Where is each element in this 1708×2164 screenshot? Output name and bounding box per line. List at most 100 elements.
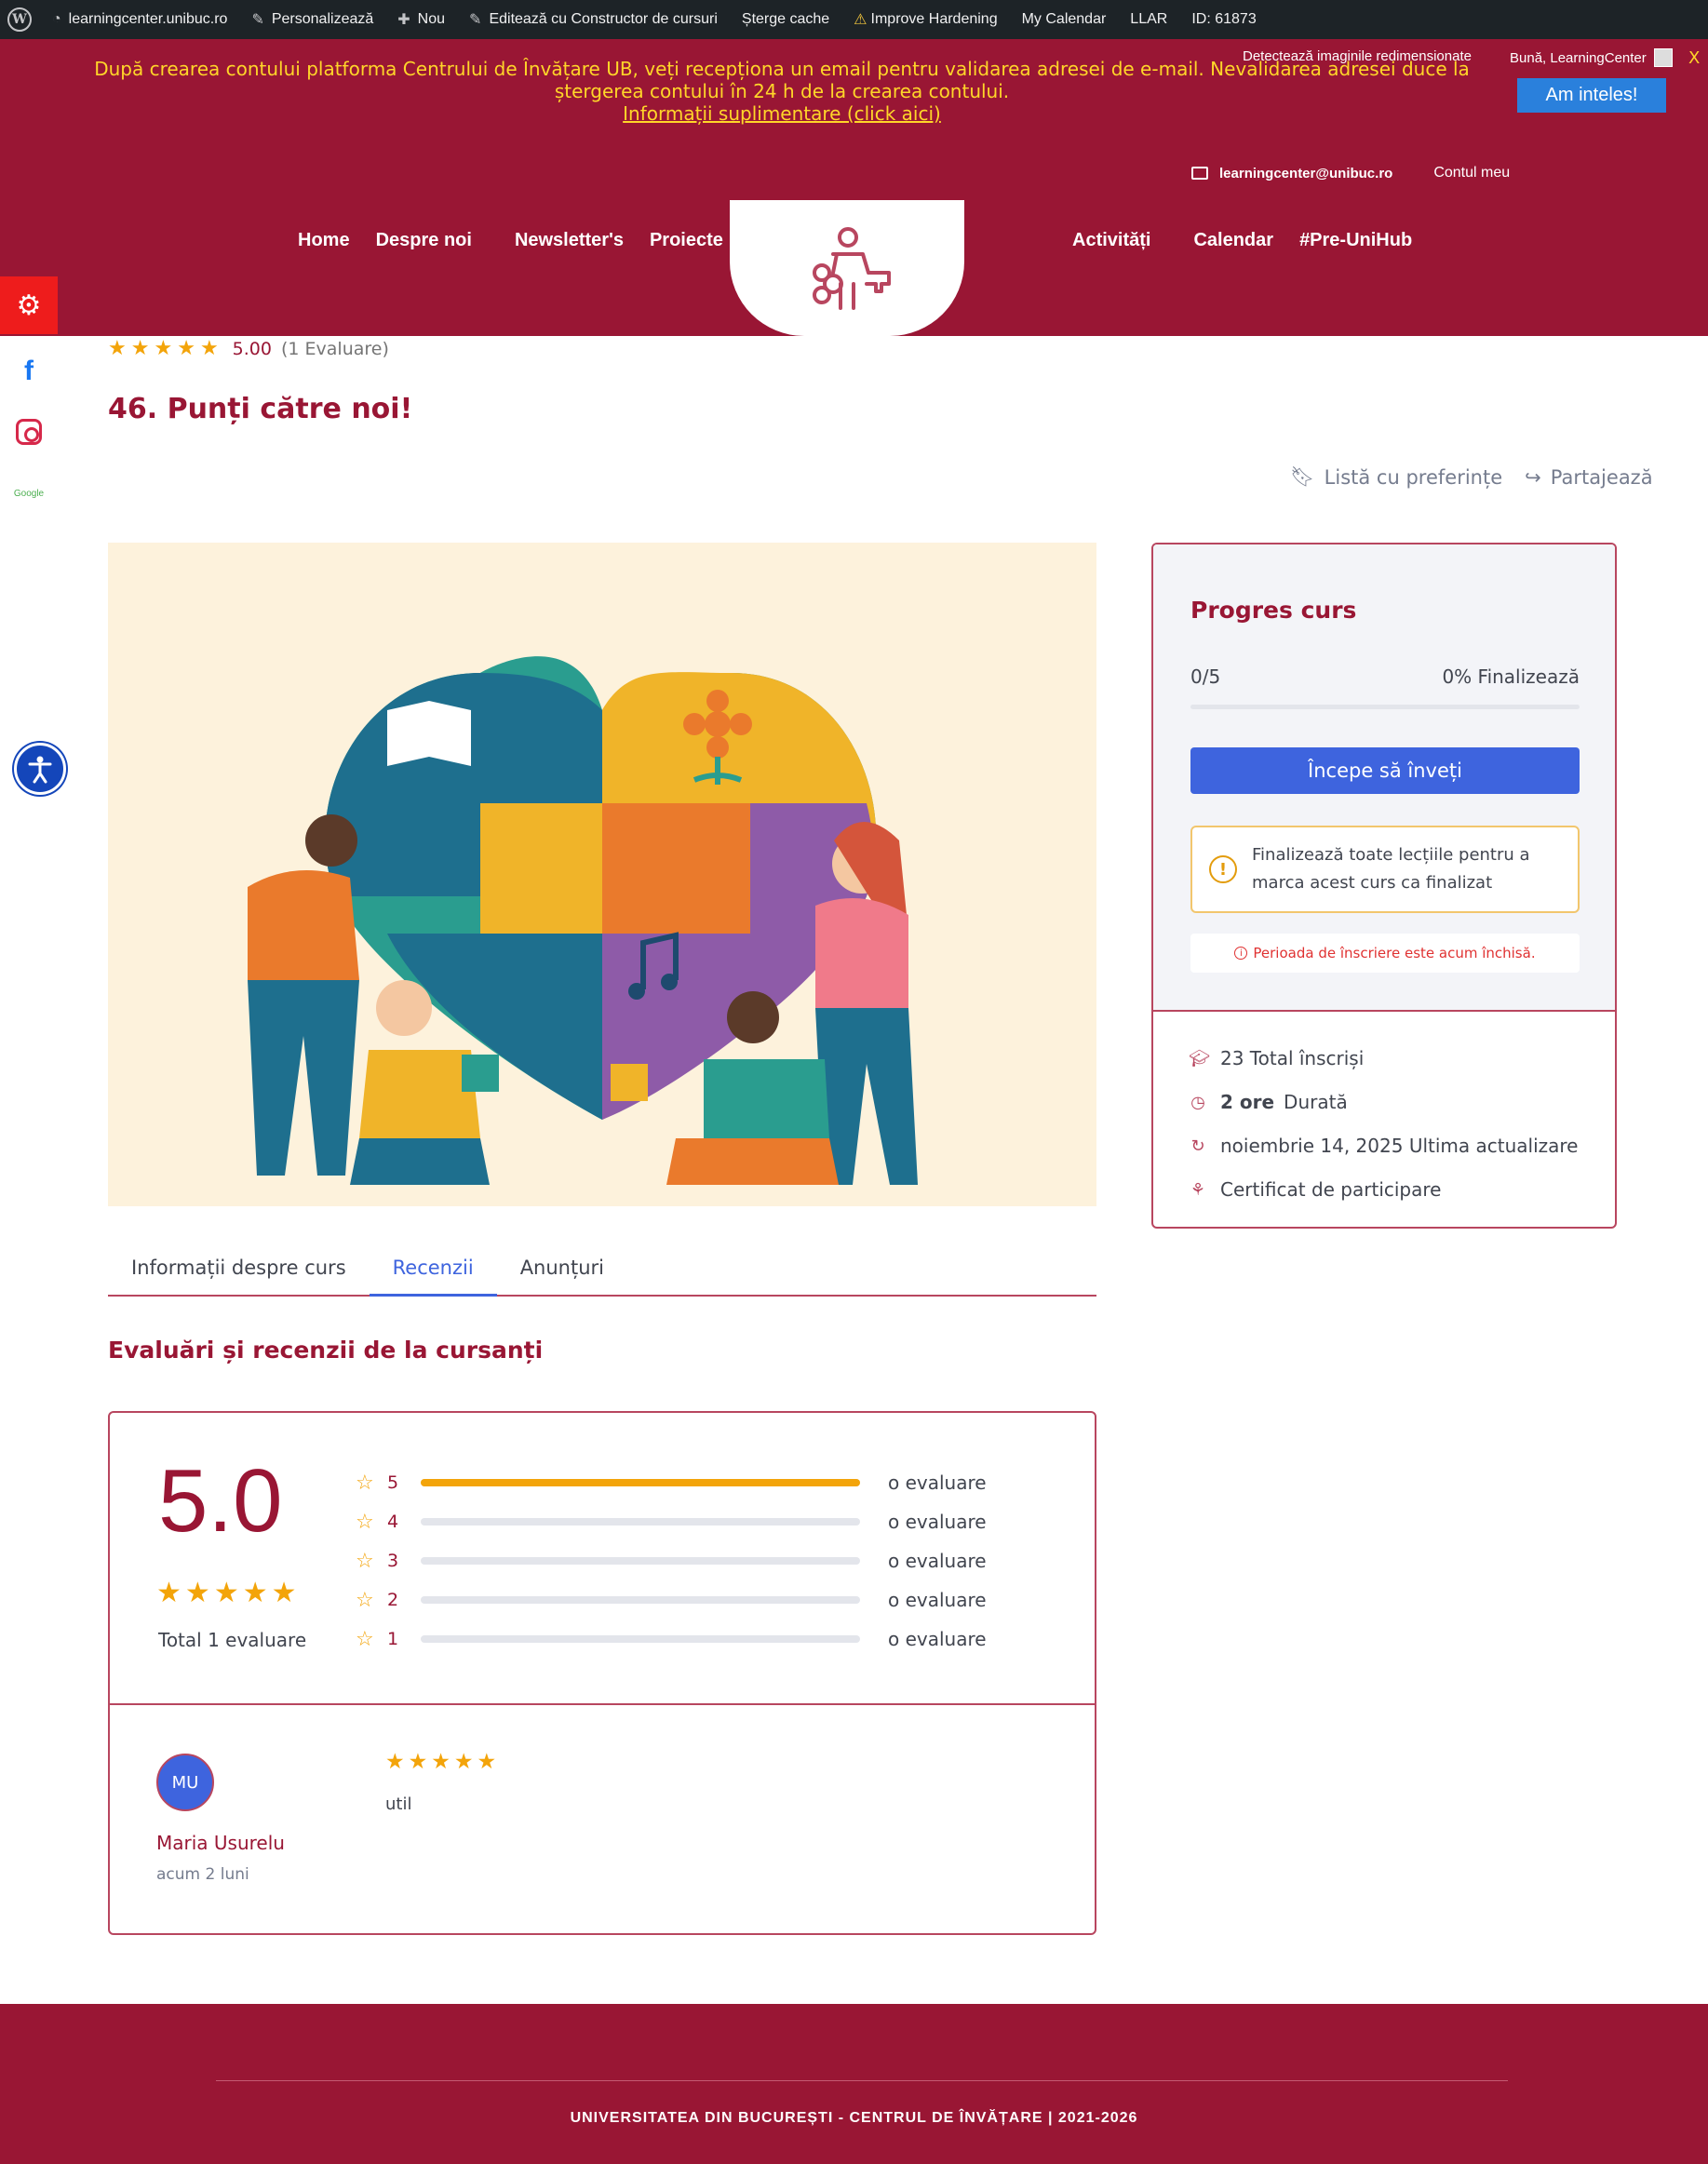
refresh-icon: ↻	[1190, 1136, 1205, 1156]
tab-announcements[interactable]: Anunțuri	[497, 1247, 627, 1297]
admin-calendar-link[interactable]: My Calendar	[1011, 0, 1120, 39]
star-icon: ★	[477, 1750, 497, 1774]
nav-activities[interactable]: Activități	[1072, 230, 1150, 251]
nav-preunihub[interactable]: #Pre-UniHub	[1299, 230, 1412, 251]
facebook-icon[interactable]: f	[0, 356, 58, 387]
star-outline-icon: ☆	[356, 1588, 374, 1612]
puzzle-heart-illustration	[248, 656, 918, 1185]
star-outline-icon: ☆	[356, 1471, 374, 1495]
pencil-icon: ✎	[469, 12, 482, 28]
notice-info-link[interactable]: Informații suplimentare (click aici)	[84, 102, 1480, 125]
average-stars: ★ ★ ★ ★ ★	[156, 1577, 301, 1609]
rating-bar-row: ☆ 2 o evaluare	[356, 1588, 987, 1612]
admin-edit-builder-link[interactable]: ✎ Editează cu Constructor de cursuri	[458, 0, 731, 39]
star-icon: ★	[130, 337, 150, 360]
star-outline-icon: ☆	[356, 1510, 374, 1534]
nav-calendar[interactable]: Calendar	[1193, 230, 1273, 251]
main-nav-right: Activități Calendar #Pre-UniHub	[1072, 230, 1438, 251]
star-icon: ★	[385, 1750, 405, 1774]
wishlist-button[interactable]: 🔖︎ Listă cu preferințe	[1290, 465, 1502, 489]
wordpress-logo-icon[interactable]: W	[7, 7, 32, 32]
reviewer-avatar: MU	[156, 1754, 214, 1811]
meta-enrolled: 🎓︎ 23 Total înscriși	[1189, 1047, 1365, 1069]
user-greeting[interactable]: Bună, LearningCenter	[1510, 48, 1673, 67]
exclamation-icon: !	[1209, 855, 1237, 883]
share-button[interactable]: ↪ Partajează	[1525, 465, 1652, 489]
email-validation-notice: După crearea contului platforma Centrulu…	[84, 58, 1480, 125]
plus-icon: ✚	[397, 12, 410, 28]
reviewer-name: Maria Usurelu	[156, 1832, 285, 1854]
review-time: acum 2 luni	[156, 1865, 249, 1884]
meta-duration: ◷ 2 ore Durată	[1189, 1091, 1348, 1113]
rating-bar-row: ☆ 1 o evaluare	[356, 1627, 987, 1651]
course-tabs: Informații despre curs Recenzii Anunțuri	[108, 1247, 1096, 1297]
graduation-cap-icon: 🎓︎	[1189, 1048, 1210, 1069]
progress-count: 0/5	[1190, 665, 1221, 688]
average-score: 5.0	[158, 1451, 283, 1551]
rating-bar-row: ☆ 5 o evaluare	[356, 1471, 987, 1495]
total-reviews: Total 1 evaluare	[158, 1629, 307, 1651]
reviews-heading: Evaluări și recenzii de la cursanți	[108, 1337, 544, 1364]
tab-reviews[interactable]: Recenzii	[369, 1247, 497, 1297]
detect-images-link[interactable]: Detectează imaginile redimensionate	[1243, 48, 1472, 64]
accessibility-icon[interactable]	[14, 743, 66, 795]
rating-bar-row: ☆ 3 o evaluare	[356, 1549, 987, 1573]
header-email-link[interactable]: learningcenter@unibuc.ro	[1219, 166, 1392, 181]
accept-notice-button[interactable]: Am inteles!	[1517, 78, 1666, 113]
start-learning-button[interactable]: Începe să înveți	[1190, 747, 1580, 794]
course-progress-card: Progres curs 0/5 0% Finalizează Începe s…	[1151, 543, 1617, 1229]
course-actions: 🔖︎ Listă cu preferințe ↪ Partajează	[1268, 465, 1653, 489]
meta-updated: ↻ noiembrie 14, 2025 Ultima actualizare	[1189, 1135, 1578, 1157]
admin-bar: W ◔ learningcenter.unibuc.ro ✎ Personalize…	[0, 0, 1708, 39]
admin-new-link[interactable]: ✚ Nou	[386, 0, 458, 39]
star-outline-icon: ☆	[356, 1627, 374, 1651]
my-account-link[interactable]: Contul meu	[1433, 165, 1510, 181]
settings-gear-icon[interactable]: ⚙	[0, 276, 58, 334]
tab-course-info[interactable]: Informații despre curs	[108, 1247, 370, 1297]
review-stars: ★ ★ ★ ★ ★	[385, 1750, 500, 1774]
main-nav-left: Home Despre noi Newsletter's Proiecte	[298, 230, 749, 251]
star-icon: ★	[184, 1577, 210, 1609]
rating-bar-row: ☆ 4 o evaluare	[356, 1510, 987, 1534]
header-contact: learningcenter@unibuc.ro Contul meu	[1191, 165, 1510, 181]
star-icon: ★	[199, 337, 219, 360]
admin-id: ID: 61873	[1191, 11, 1257, 27]
envelope-icon	[1191, 167, 1208, 180]
user-avatar-icon	[1653, 48, 1673, 67]
bookmark-icon: 🔖︎	[1290, 465, 1315, 488]
star-icon: ★	[431, 1750, 451, 1774]
admin-customize-link[interactable]: ✎ Personalizează	[240, 0, 386, 39]
site-logo[interactable]	[730, 200, 964, 336]
instagram-icon[interactable]	[0, 419, 58, 449]
nav-newsletter[interactable]: Newsletter's	[515, 230, 624, 251]
google-icon[interactable]: Google	[0, 489, 58, 499]
progress-bar	[1190, 705, 1580, 709]
progress-title: Progres curs	[1190, 597, 1357, 624]
site-header: După crearea contului platforma Centrulu…	[0, 39, 1708, 336]
brush-icon: ✎	[251, 12, 264, 28]
nav-about[interactable]: Despre noi	[376, 230, 472, 251]
admin-site-link[interactable]: ◔ learningcenter.unibuc.ro	[41, 0, 240, 39]
course-rating: ★ ★ ★ ★ ★ 5.00 (1 Evaluare)	[108, 337, 389, 360]
nav-projects[interactable]: Proiecte	[650, 230, 723, 251]
enrollment-closed-notice: i Perioada de înscriere este acum închis…	[1190, 934, 1580, 973]
close-notice-icon[interactable]: X	[1688, 48, 1700, 68]
admin-llar-link[interactable]: LLAR	[1119, 0, 1180, 39]
completion-warning: ! Finalizează toate lecțiile pentru a ma…	[1190, 826, 1580, 913]
progress-percent: 0% Finalizează	[1442, 665, 1580, 688]
star-icon: ★	[177, 337, 195, 360]
rating-value: 5.00	[232, 338, 272, 359]
star-icon: ★	[154, 337, 173, 360]
rating-breakdown: ☆ 5 o evaluare ☆ 4 o evaluare ☆ 3 o eval…	[356, 1463, 987, 1659]
star-icon: ★	[213, 1577, 239, 1609]
admin-hardening-link[interactable]: ⚠ Improve Hardening	[842, 0, 1010, 39]
star-icon: ★	[453, 1750, 474, 1774]
nav-home[interactable]: Home	[298, 230, 350, 251]
footer-copyright: UNIVERSITATEA DIN BUCUREȘTI - CENTRUL DE…	[570, 2110, 1138, 2126]
site-footer: UNIVERSITATEA DIN BUCUREȘTI - CENTRUL DE…	[0, 2004, 1708, 2164]
key-person-logo-icon	[813, 227, 891, 310]
star-icon: ★	[108, 337, 127, 360]
clock-icon: ◷	[1190, 1092, 1205, 1112]
admin-clear-cache-link[interactable]: Șterge cache	[731, 0, 842, 39]
meta-certificate: ⚘ Certificat de participare	[1190, 1178, 1442, 1201]
